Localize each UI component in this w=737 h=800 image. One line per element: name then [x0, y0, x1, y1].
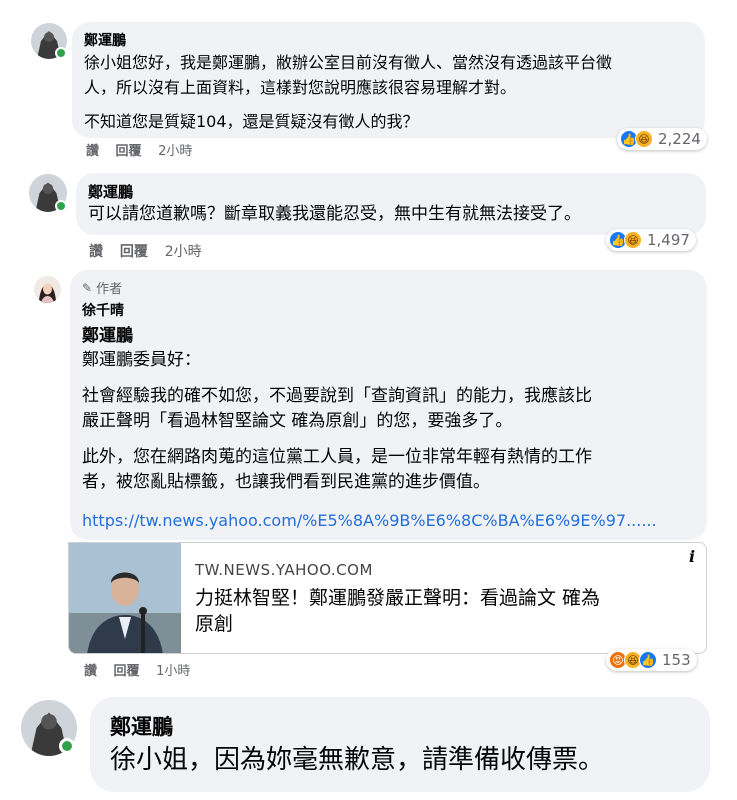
reaction-count: 153	[662, 651, 691, 669]
text-line: 者，被您亂貼標籤，也讓我們看到民進黨的進步價值。	[82, 472, 490, 492]
online-status-dot	[55, 200, 67, 212]
reply-button[interactable]: 回覆	[120, 244, 148, 260]
title-line: 原創	[195, 613, 234, 635]
profile-photo	[34, 276, 61, 303]
title-line: 力挺林智堅！鄭運鵬發嚴正聲明：看過論文 確為	[195, 587, 601, 609]
comment-author[interactable]: 鄭運鵬	[88, 181, 133, 202]
comment-actions: 讚 回覆 2小時	[89, 241, 214, 261]
comment-author[interactable]: 徐千晴	[82, 300, 124, 320]
text-line: 此外，您在網路肉蒐的這位黨工人員，是一位非常年輕有熱情的工作	[82, 447, 592, 467]
comment-actions: 讚 回覆 1小時	[84, 660, 202, 679]
text-line: 嚴正聲明「看過林智堅論文 確為原創」的您，要強多了。	[82, 411, 513, 431]
reply-button[interactable]: 回覆	[116, 144, 142, 159]
text-line: 不知道您是質疑104，還是質疑沒有徵人的我？	[84, 112, 419, 131]
reaction-summary[interactable]: 😡 😆 👍 153	[606, 649, 697, 671]
text-line: 人，所以沒有上面資料，這樣對您說明應該很容易理解才對。	[84, 78, 517, 97]
pencil-icon: ✎	[82, 280, 93, 295]
author-badge-label: 作者	[96, 282, 123, 297]
avatar[interactable]	[34, 276, 61, 303]
comment-text: 徐小姐您好，我是鄭運鵬，敝辦公室目前沒有徵人、當然沒有透過該平台徵 人，所以沒有…	[84, 50, 699, 134]
link-preview-card[interactable]: TW.NEWS.YAHOO.COM 力挺林智堅！鄭運鵬發嚴正聲明：看過論文 確為…	[68, 542, 707, 654]
info-icon[interactable]: i	[681, 545, 703, 567]
online-status-dot	[59, 738, 75, 754]
preview-domain: TW.NEWS.YAHOO.COM	[195, 561, 373, 579]
reaction-summary[interactable]: 👍 😆 1,497	[606, 229, 696, 251]
comment-text: 可以請您道歉嗎？斷章取義我還能忍受，無中生有就無法接受了。	[88, 204, 581, 224]
comment-bubble: 鄭運鵬 徐小姐您好，我是鄭運鵬，敝辦公室目前沒有徵人、當然沒有透過該平台徵 人，…	[72, 22, 705, 138]
haha-icon: 😆	[624, 231, 642, 249]
like-icon: 👍	[639, 651, 657, 669]
like-button[interactable]: 讚	[84, 664, 97, 679]
reaction-summary[interactable]: 👍 😆 2,224	[617, 128, 707, 150]
haha-icon: 😆	[635, 130, 653, 148]
comment-text: 徐小姐，因為妳毫無歉意，請準備收傳票。	[110, 745, 605, 775]
reaction-count: 1,497	[647, 231, 690, 249]
news-link[interactable]: https://tw.news.yahoo.com/%E5%8A%9B%E6%8…	[82, 511, 657, 530]
comment-bubble: 鄭運鵬 徐小姐，因為妳毫無歉意，請準備收傳票。	[90, 697, 710, 792]
comment-bubble: 鄭運鵬 可以請您道歉嗎？斷章取義我還能忍受，無中生有就無法接受了。	[76, 173, 706, 235]
comment-bubble: ✎ 作者 徐千晴 鄭運鵬 鄭運鵬委員好： 社會經驗我的確不如您，不過要說到「查詢…	[70, 270, 707, 540]
comment-author[interactable]: 鄭運鵬	[110, 711, 173, 741]
comment-text: 鄭運鵬委員好： 社會經驗我的確不如您，不過要說到「查詢資訊」的能力，我應該比 嚴…	[82, 348, 702, 495]
timestamp[interactable]: 2小時	[158, 144, 192, 159]
comment-actions: 讚 回覆 2小時	[86, 140, 204, 159]
text-line: 鄭運鵬委員好：	[82, 350, 201, 370]
reaction-count: 2,224	[658, 130, 701, 148]
preview-title: 力挺林智堅！鄭運鵬發嚴正聲明：看過論文 確為 原創	[195, 585, 600, 637]
text-line: 社會經驗我的確不如您，不過要說到「查詢資訊」的能力，我應該比	[82, 386, 592, 406]
text-line: 徐小姐您好，我是鄭運鵬，敝辦公室目前沒有徵人、當然沒有透過該平台徵	[84, 53, 613, 72]
timestamp[interactable]: 2小時	[165, 244, 202, 260]
preview-thumbnail	[69, 543, 181, 653]
timestamp[interactable]: 1小時	[156, 664, 190, 679]
reply-button[interactable]: 回覆	[114, 664, 140, 679]
comment-author[interactable]: 鄭運鵬	[84, 30, 126, 50]
like-button[interactable]: 讚	[86, 144, 99, 159]
preview-photo	[69, 543, 181, 653]
online-status-dot	[55, 47, 67, 59]
author-badge: ✎ 作者	[82, 278, 123, 298]
like-button[interactable]: 讚	[89, 244, 103, 260]
mention-tag[interactable]: 鄭運鵬	[82, 321, 133, 346]
